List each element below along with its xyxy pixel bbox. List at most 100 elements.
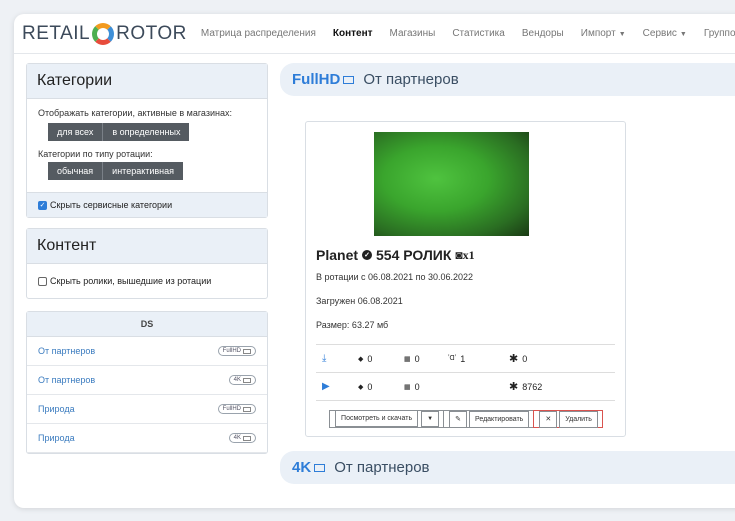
resolution-badge: FullHD bbox=[217, 346, 256, 357]
stat-value: 0 bbox=[367, 353, 373, 364]
resolution-badge: FullHD bbox=[217, 404, 256, 415]
section-title: От партнеров bbox=[363, 71, 459, 88]
windows-icon: ▦ bbox=[404, 355, 411, 363]
file-size: Размер: 63.27 мб bbox=[316, 320, 389, 330]
nav-item-service[interactable]: Сервис ▼ bbox=[643, 28, 687, 39]
edit-label: Редактировать bbox=[468, 411, 530, 428]
hide-out-row[interactable]: Скрыть ролики, вышедшие из ротации bbox=[27, 264, 267, 298]
checkbox-icon[interactable] bbox=[38, 276, 47, 286]
screen-icon bbox=[343, 75, 355, 84]
rotation-filter-group: обычная интерактивная bbox=[48, 162, 184, 181]
signal-icon: ʼⱭʼ bbox=[448, 355, 457, 362]
screen-icon bbox=[243, 406, 251, 412]
video-name: Planet bbox=[316, 247, 359, 263]
screen-icon bbox=[314, 463, 326, 472]
screen-icon bbox=[243, 377, 251, 383]
pencil-icon: ✎ bbox=[449, 411, 467, 428]
list-item-label: Природа bbox=[38, 433, 75, 444]
edit-button[interactable]: ✎ Редактировать bbox=[443, 410, 535, 428]
stat-value: 1 bbox=[460, 353, 466, 364]
video-actions: Посмотреть и скачать ▼ ✎ Редактировать ✕ Уд… bbox=[316, 410, 615, 428]
list-item[interactable]: От партнеров FullHD bbox=[27, 337, 267, 367]
upload-date: Загружен 06.08.2021 bbox=[316, 296, 403, 306]
stat-value: 8762 bbox=[522, 381, 543, 392]
checkbox-checked-icon[interactable]: ✓ bbox=[38, 200, 47, 210]
view-download-button[interactable]: Посмотреть и скачать ▼ bbox=[329, 410, 445, 428]
nav-item-import[interactable]: Импорт ▼ bbox=[581, 28, 626, 39]
chevron-down-icon: ▼ bbox=[421, 411, 440, 427]
rotation-interactive-button[interactable]: интерактивная bbox=[103, 162, 184, 181]
badge-label: FullHD bbox=[222, 406, 241, 413]
asterisk-icon: ✱ bbox=[509, 381, 519, 393]
video-multiplier: x1 bbox=[462, 247, 475, 262]
resolution-badge: 4K bbox=[228, 375, 256, 386]
screen-icon bbox=[243, 435, 251, 441]
top-navbar: RETAIL ROTOR Матрица распределения Конте… bbox=[14, 14, 735, 54]
content-title: Контент bbox=[27, 229, 267, 265]
chevron-down-icon: ▼ bbox=[679, 31, 687, 38]
app-window: RETAIL ROTOR Матрица распределения Конте… bbox=[14, 14, 735, 508]
section-resolution: FullHD bbox=[292, 71, 363, 88]
rotation-label: Категории по типу ротации: bbox=[38, 149, 153, 160]
nav-item-import-label: Импорт bbox=[580, 28, 616, 39]
show-filter-group: для всех в определенных bbox=[48, 123, 190, 142]
windows-icon: ▦ bbox=[404, 383, 411, 391]
section-header: 4K От партнеров bbox=[280, 451, 735, 484]
download-icon[interactable]: ⤓ bbox=[316, 353, 358, 364]
section-header: FullHD От партнеров bbox=[280, 63, 735, 96]
stat-value: 0 bbox=[414, 381, 420, 392]
nav-item-stores[interactable]: Магазины bbox=[390, 28, 436, 39]
hide-service-row[interactable]: ✓ Скрыть сервисные категории bbox=[27, 192, 267, 218]
nav-item-group[interactable]: Групповы bbox=[704, 28, 735, 39]
ds-title: DS bbox=[27, 312, 267, 338]
logo-text-left: RETAIL bbox=[22, 22, 91, 44]
logo[interactable]: RETAIL ROTOR bbox=[22, 22, 187, 45]
content-card: Контент Скрыть ролики, вышедшие из ротац… bbox=[26, 228, 268, 300]
nav-item-service-label: Сервис bbox=[642, 28, 677, 39]
close-icon: ✕ bbox=[539, 411, 558, 428]
ds-list: DS От партнеров FullHD От партнеров 4K П… bbox=[26, 311, 268, 455]
main-content: FullHD От партнеров Planet ✓ 554 РОЛИК ◙… bbox=[280, 63, 735, 484]
section-title: От партнеров bbox=[334, 459, 430, 476]
rotation-dates: В ротации с 06.08.2021 по 30.06.2022 bbox=[316, 272, 474, 282]
list-item[interactable]: Природа 4K bbox=[27, 424, 267, 454]
nav-item-stats[interactable]: Статистика bbox=[452, 28, 505, 39]
badge-label: FullHD bbox=[222, 348, 241, 355]
nav-item-vendors[interactable]: Вендоры bbox=[522, 28, 564, 39]
delete-label: Удалить bbox=[559, 411, 598, 428]
video-title: Planet ✓ 554 РОЛИК ◙ x1 bbox=[316, 247, 615, 263]
show-active-label: Отображать категории, активные в магазин… bbox=[38, 108, 232, 118]
sidebar: Категории Отображать категории, активные… bbox=[26, 63, 268, 455]
nav-item-content[interactable]: Контент bbox=[333, 28, 373, 39]
video-card: Planet ✓ 554 РОЛИК ◙ x1 В ротации с 06.0… bbox=[305, 121, 626, 437]
badge-label: 4K bbox=[233, 435, 241, 442]
list-item-label: От партнеров bbox=[38, 346, 96, 357]
nav-item-matrix[interactable]: Матрица распределения bbox=[201, 28, 316, 39]
resolution-label: 4K bbox=[292, 459, 312, 476]
show-specific-button[interactable]: в определенных bbox=[103, 123, 190, 142]
chevron-down-icon: ▼ bbox=[618, 31, 626, 38]
logo-ring-icon bbox=[92, 22, 115, 45]
camera-icon: ◙ bbox=[455, 248, 463, 262]
show-all-button[interactable]: для всех bbox=[48, 123, 104, 142]
hide-out-label: Скрыть ролики, вышедшие из ротации bbox=[50, 276, 212, 287]
resolution-badge: 4K bbox=[228, 433, 256, 444]
section-resolution: 4K bbox=[292, 459, 334, 476]
rotation-normal-button[interactable]: обычная bbox=[48, 162, 104, 181]
list-item[interactable]: Природа FullHD bbox=[27, 395, 267, 425]
diamond-icon: ◆ bbox=[358, 355, 364, 363]
categories-title: Категории bbox=[27, 64, 267, 99]
list-item[interactable]: От партнеров 4K bbox=[27, 366, 267, 396]
categories-card: Категории Отображать категории, активные… bbox=[26, 63, 268, 219]
video-thumbnail[interactable] bbox=[374, 132, 529, 236]
diamond-icon: ◆ bbox=[358, 383, 364, 391]
delete-button[interactable]: ✕ Удалить bbox=[533, 410, 603, 428]
stat-value: 0 bbox=[522, 353, 528, 364]
list-item-label: От партнеров bbox=[38, 375, 96, 386]
stat-value: 0 bbox=[414, 353, 420, 364]
badge-label: 4K bbox=[233, 377, 241, 384]
asterisk-icon: ✱ bbox=[509, 353, 519, 365]
hide-service-label: Скрыть сервисные категории bbox=[50, 200, 173, 211]
play-icon[interactable]: ▶ bbox=[316, 381, 358, 392]
video-count: 554 РОЛИК bbox=[376, 247, 452, 263]
